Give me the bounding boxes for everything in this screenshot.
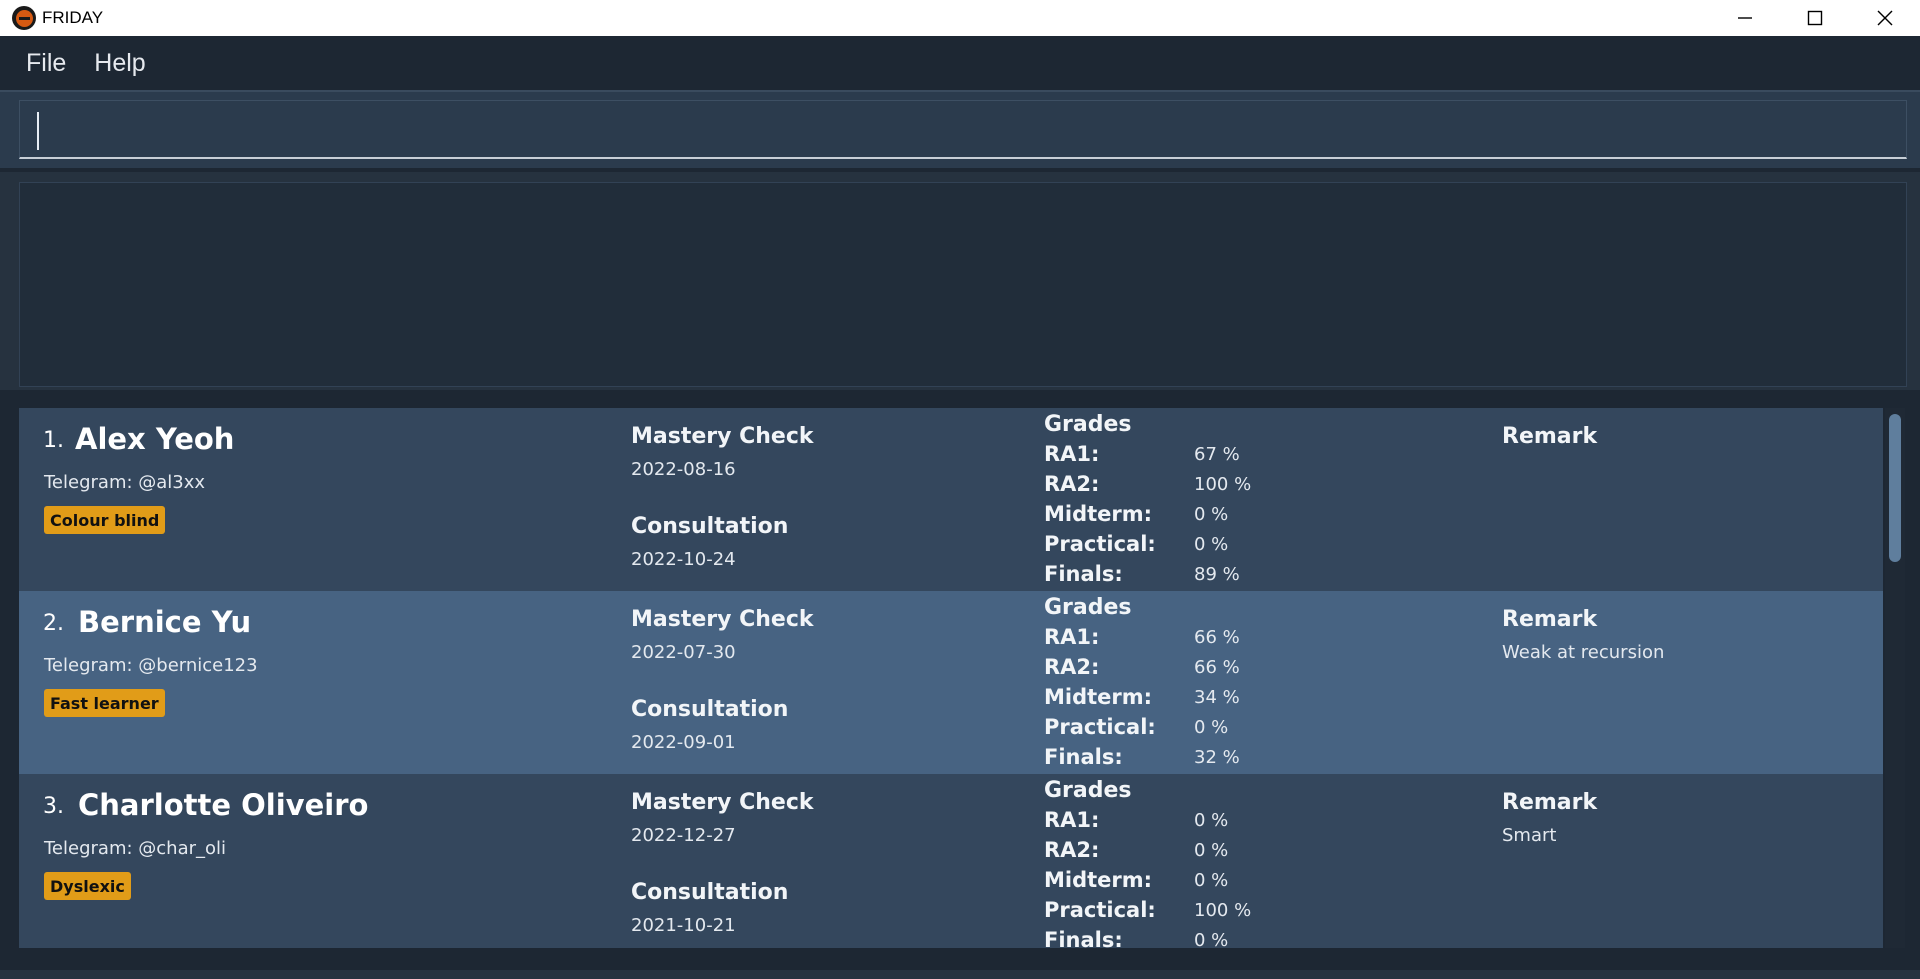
status-strip (0, 970, 1920, 979)
remark-label: Remark (1502, 790, 1598, 815)
consultation-date: 2021-10-21 (631, 915, 736, 936)
consultation-date: 2022-09-01 (631, 732, 736, 753)
grade-finals-value: 0 % (1194, 930, 1229, 948)
mastery-check-date: 2022-12-27 (631, 825, 736, 846)
grades-label: Grades (1044, 412, 1132, 437)
grade-midterm-value: 34 % (1194, 687, 1240, 708)
grade-practical-value: 0 % (1194, 717, 1229, 738)
grade-ra2-label: RA2: (1044, 472, 1100, 496)
student-list[interactable]: 1. Alex Yeoh Telegram: @al3xx Colour bli… (19, 408, 1883, 948)
app-logo-icon (12, 6, 36, 30)
maximize-button[interactable] (1780, 0, 1850, 36)
remark-text: Weak at recursion (1502, 642, 1665, 663)
student-card[interactable]: 1. Alex Yeoh Telegram: @al3xx Colour bli… (19, 408, 1883, 591)
student-name: Bernice Yu (78, 605, 252, 639)
grade-finals-label: Finals: (1044, 562, 1123, 586)
grades-label: Grades (1044, 778, 1132, 803)
mastery-check-label: Mastery Check (631, 607, 814, 632)
remark-text: Smart (1502, 825, 1557, 846)
grade-ra1-label: RA1: (1044, 442, 1100, 466)
grade-ra2-label: RA2: (1044, 838, 1100, 862)
grade-practical-value: 0 % (1194, 534, 1229, 555)
grade-ra1-label: RA1: (1044, 808, 1100, 832)
result-display-panel (0, 168, 1920, 390)
consultation-label: Consultation (631, 880, 789, 905)
mastery-check-label: Mastery Check (631, 424, 814, 449)
grade-midterm-value: 0 % (1194, 870, 1229, 891)
grade-ra1-value: 67 % (1194, 444, 1240, 465)
grade-midterm-label: Midterm: (1044, 868, 1153, 892)
close-icon (1877, 10, 1893, 26)
grade-finals-label: Finals: (1044, 928, 1123, 948)
grade-midterm-value: 0 % (1194, 504, 1229, 525)
student-tag: Fast learner (44, 689, 165, 717)
student-card[interactable]: 3. Charlotte Oliveiro Telegram: @char_ol… (19, 774, 1883, 948)
student-index: 2. (43, 611, 64, 636)
grade-midterm-label: Midterm: (1044, 685, 1153, 709)
window-controls (1710, 0, 1920, 36)
grade-ra1-label: RA1: (1044, 625, 1100, 649)
student-name: Alex Yeoh (75, 422, 235, 456)
consultation-label: Consultation (631, 697, 789, 722)
title-bar: FRIDAY (0, 0, 1920, 36)
grade-ra2-value: 66 % (1194, 657, 1240, 678)
maximize-icon (1807, 10, 1823, 26)
student-telegram: Telegram: @char_oli (44, 838, 227, 859)
command-box (0, 90, 1920, 168)
minimize-button[interactable] (1710, 0, 1780, 36)
grade-practical-label: Practical: (1044, 532, 1156, 556)
student-card[interactable]: 2. Bernice Yu Telegram: @bernice123 Fast… (19, 591, 1883, 774)
grade-practical-value: 100 % (1194, 900, 1252, 921)
minimize-icon (1738, 17, 1752, 19)
grade-ra1-value: 66 % (1194, 627, 1240, 648)
list-scrollbar[interactable] (1885, 408, 1905, 948)
grade-ra2-label: RA2: (1044, 655, 1100, 679)
mastery-check-date: 2022-08-16 (631, 459, 736, 480)
mastery-check-date: 2022-07-30 (631, 642, 736, 663)
text-caret (37, 112, 39, 150)
grade-ra1-value: 0 % (1194, 810, 1229, 831)
remark-label: Remark (1502, 607, 1598, 632)
grade-ra2-value: 100 % (1194, 474, 1252, 495)
student-name: Charlotte Oliveiro (78, 788, 369, 822)
consultation-label: Consultation (631, 514, 789, 539)
remark-label: Remark (1502, 424, 1598, 449)
window-title: FRIDAY (42, 8, 104, 27)
grade-finals-label: Finals: (1044, 745, 1123, 769)
mastery-check-label: Mastery Check (631, 790, 814, 815)
scrollbar-thumb[interactable] (1889, 414, 1901, 562)
student-tag: Dyslexic (44, 872, 131, 900)
close-button[interactable] (1850, 0, 1920, 36)
consultation-date: 2022-10-24 (631, 549, 736, 570)
grade-practical-label: Practical: (1044, 715, 1156, 739)
grade-finals-value: 89 % (1194, 564, 1240, 585)
student-telegram: Telegram: @al3xx (44, 472, 206, 493)
grade-practical-label: Practical: (1044, 898, 1156, 922)
student-list-panel: 1. Alex Yeoh Telegram: @al3xx Colour bli… (0, 390, 1920, 979)
student-index: 3. (43, 794, 64, 819)
student-telegram: Telegram: @bernice123 (44, 655, 258, 676)
student-index: 1. (43, 428, 64, 453)
menu-help[interactable]: Help (94, 49, 145, 78)
grades-label: Grades (1044, 595, 1132, 620)
result-display (19, 182, 1907, 387)
grade-ra2-value: 0 % (1194, 840, 1229, 861)
student-tag: Colour blind (44, 506, 166, 534)
menu-file[interactable]: File (26, 49, 66, 78)
menu-bar: File Help (0, 36, 1920, 90)
grade-finals-value: 32 % (1194, 747, 1240, 768)
grade-midterm-label: Midterm: (1044, 502, 1153, 526)
command-input[interactable] (19, 100, 1907, 159)
